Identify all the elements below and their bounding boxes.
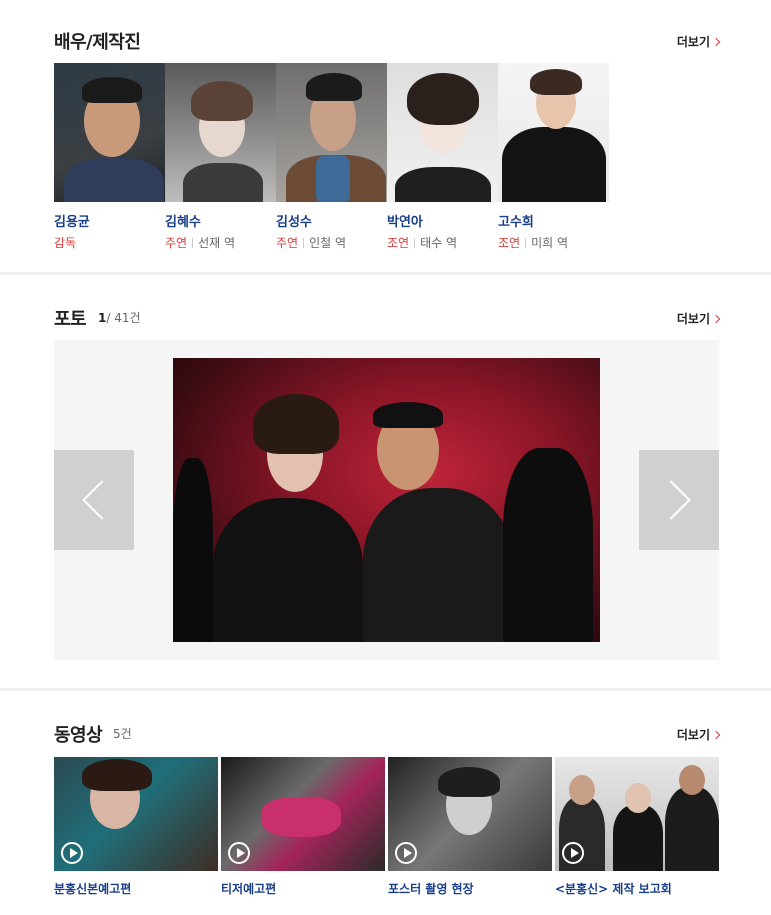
more-label: 더보기 (676, 728, 710, 742)
video-title: <분홍신> 제작 보고회 (555, 882, 672, 896)
video-thumbnail (555, 757, 719, 871)
role-name: 미희 역 (531, 236, 569, 250)
video-title: 분홍신본예고편 (54, 882, 132, 896)
role-type: 감독 (54, 236, 77, 250)
cast-role: 조연 미희 역 (498, 234, 609, 251)
video-title: 티저예고편 (221, 882, 277, 896)
cast-photo (276, 63, 387, 202)
video-item[interactable]: 티저예고편 (221, 757, 385, 897)
chevron-right-icon (711, 37, 721, 47)
cast-name: 김성수 (276, 215, 312, 230)
chevron-right-icon (711, 314, 721, 324)
role-name: 선재 역 (198, 236, 236, 250)
play-icon (61, 842, 83, 864)
cast-role: 감독 (54, 234, 165, 251)
cast-role: 조연 태수 역 (387, 234, 498, 251)
video-more-link[interactable]: 더보기 (676, 726, 721, 743)
photo-more-link[interactable]: 더보기 (676, 310, 721, 327)
carousel-next-button[interactable] (639, 450, 719, 550)
role-name: 인철 역 (309, 236, 347, 250)
video-thumbnail (221, 757, 385, 871)
chevron-right-icon (651, 480, 691, 520)
cast-photo (498, 63, 609, 202)
cast-name: 고수희 (498, 215, 534, 230)
photo-section-title: 포토 (54, 309, 87, 330)
play-icon (228, 842, 250, 864)
cast-name: 김용균 (54, 215, 90, 230)
photo-carousel (54, 340, 719, 660)
photo-counter: 1/ 41건 (98, 309, 141, 326)
role-name: 태수 역 (420, 236, 458, 250)
carousel-main-photo[interactable] (173, 358, 600, 642)
video-count: 5건 (113, 727, 132, 741)
cast-role: 주연 인철 역 (276, 234, 387, 251)
role-type: 조연 (498, 236, 521, 250)
cast-member[interactable]: 김성수 주연 인철 역 (276, 63, 387, 251)
cast-more-link[interactable]: 더보기 (676, 33, 721, 50)
video-item[interactable]: 분홍신본예고편 (54, 757, 218, 897)
cast-name: 김혜수 (165, 215, 201, 230)
video-title: 포스터 촬영 현장 (388, 882, 474, 896)
cast-role: 주연 선재 역 (165, 234, 276, 251)
role-type: 조연 (387, 236, 410, 250)
cast-name: 박연아 (387, 215, 423, 230)
cast-member[interactable]: 박연아 조연 태수 역 (387, 63, 498, 251)
cast-section: 배우/제작진 더보기 김용균 감독 김혜수 주연 선재 역 김성수 주연 인철 … (0, 0, 771, 272)
cast-member[interactable]: 김용균 감독 (54, 63, 165, 251)
chevron-right-icon (711, 730, 721, 740)
cast-member[interactable]: 고수희 조연 미희 역 (498, 63, 609, 251)
photo-total: / 41건 (106, 311, 141, 325)
video-thumbnail (54, 757, 218, 871)
video-item[interactable]: 포스터 촬영 현장 (388, 757, 552, 897)
role-type: 주연 (165, 236, 188, 250)
more-label: 더보기 (676, 35, 710, 49)
cast-section-title: 배우/제작진 (54, 32, 141, 53)
chevron-left-icon (82, 480, 122, 520)
cast-photo (54, 63, 165, 202)
video-section-title: 동영상 (54, 725, 103, 746)
video-item[interactable]: <분홍신> 제작 보고회 (555, 757, 719, 897)
play-icon (395, 842, 417, 864)
cast-photo (387, 63, 498, 202)
cast-member[interactable]: 김혜수 주연 선재 역 (165, 63, 276, 251)
carousel-prev-button[interactable] (54, 450, 134, 550)
video-thumbnail (388, 757, 552, 871)
role-type: 주연 (276, 236, 299, 250)
video-list: 분홍신본예고편 티저예고편 포스터 촬영 현장 <분홍신> 제작 보고회 (54, 757, 719, 897)
more-label: 더보기 (676, 312, 710, 326)
play-icon (562, 842, 584, 864)
cast-list: 김용균 감독 김혜수 주연 선재 역 김성수 주연 인철 역 박연아 조연 태수… (54, 63, 609, 251)
cast-photo (165, 63, 276, 202)
